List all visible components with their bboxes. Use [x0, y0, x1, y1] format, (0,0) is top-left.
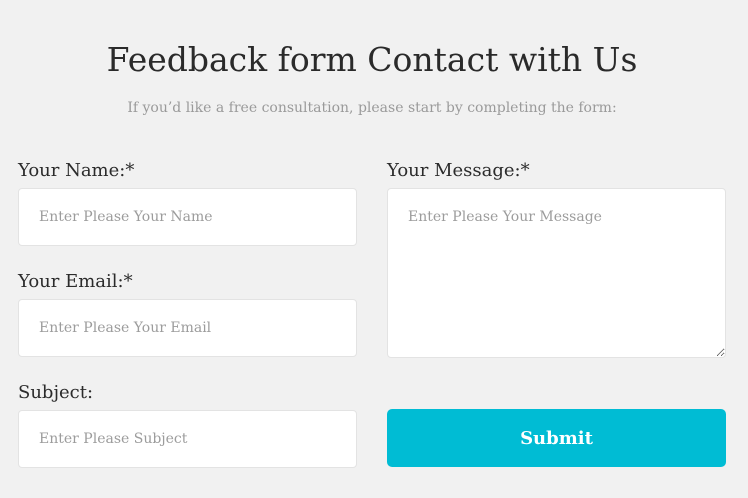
- email-field[interactable]: [18, 299, 357, 357]
- message-label: Your Message:*: [387, 160, 530, 181]
- name-label: Your Name:*: [18, 160, 135, 181]
- page-subtitle: If you’d like a free consultation, pleas…: [127, 100, 617, 116]
- submit-button[interactable]: Submit: [387, 409, 726, 467]
- name-field[interactable]: [18, 188, 357, 246]
- message-field[interactable]: [387, 188, 726, 358]
- email-label: Your Email:*: [18, 271, 133, 292]
- page-title: Feedback form Contact with Us: [106, 40, 638, 79]
- subject-field[interactable]: [18, 410, 357, 468]
- subject-label: Subject:: [18, 382, 94, 403]
